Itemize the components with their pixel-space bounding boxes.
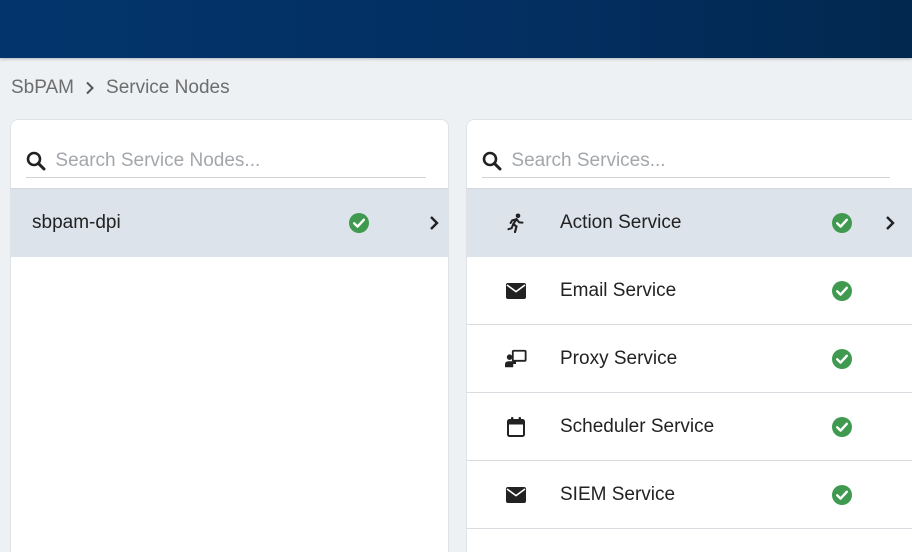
services-search-input[interactable]: [511, 149, 890, 172]
presenter-screen-icon: [505, 349, 527, 369]
services-list: Action Service Email Service Proxy Servi…: [467, 188, 912, 529]
check-circle-icon: [832, 485, 852, 505]
service-nodes-panel: sbpam-dpi: [10, 119, 449, 552]
check-circle-icon: [349, 213, 369, 233]
services-search: [482, 144, 890, 178]
service-name: SIEM Service: [560, 483, 676, 505]
service-row-proxy[interactable]: Proxy Service: [467, 325, 912, 393]
search-icon: [26, 150, 46, 172]
service-name: Action Service: [560, 212, 682, 233]
service-nodes-list: sbpam-dpi: [11, 188, 448, 257]
service-name: Scheduler Service: [560, 415, 715, 437]
chevron-right-icon: [82, 76, 98, 100]
check-circle-icon: [832, 281, 852, 301]
services-panel: Action Service Email Service: [466, 119, 912, 552]
top-header-bar: [0, 0, 912, 58]
check-circle-icon: [832, 213, 852, 233]
breadcrumb-current: Service Nodes: [106, 77, 230, 98]
running-person-icon: [505, 213, 527, 233]
service-name: Email Service: [560, 279, 677, 301]
service-node-row-sbpam-dpi[interactable]: sbpam-dpi: [11, 189, 448, 257]
service-nodes-search-input[interactable]: [55, 149, 426, 172]
breadcrumb: SbPAM Service Nodes: [11, 76, 230, 100]
check-circle-icon: [832, 349, 852, 369]
service-row-action[interactable]: Action Service: [467, 189, 912, 257]
service-name: Proxy Service: [560, 347, 678, 369]
calendar-icon: [505, 417, 527, 437]
check-circle-icon: [832, 417, 852, 437]
service-nodes-search: [26, 144, 426, 178]
chevron-right-icon[interactable]: [883, 214, 897, 232]
service-row-scheduler[interactable]: Scheduler Service: [467, 393, 912, 461]
service-node-name: sbpam-dpi: [32, 212, 121, 233]
search-icon: [482, 150, 502, 172]
chevron-right-icon[interactable]: [427, 214, 441, 232]
breadcrumb-root[interactable]: SbPAM: [11, 77, 74, 99]
service-row-email[interactable]: Email Service: [467, 257, 912, 325]
envelope-icon: [505, 485, 527, 505]
service-row-siem[interactable]: SIEM Service: [467, 461, 912, 529]
envelope-icon: [505, 281, 527, 301]
